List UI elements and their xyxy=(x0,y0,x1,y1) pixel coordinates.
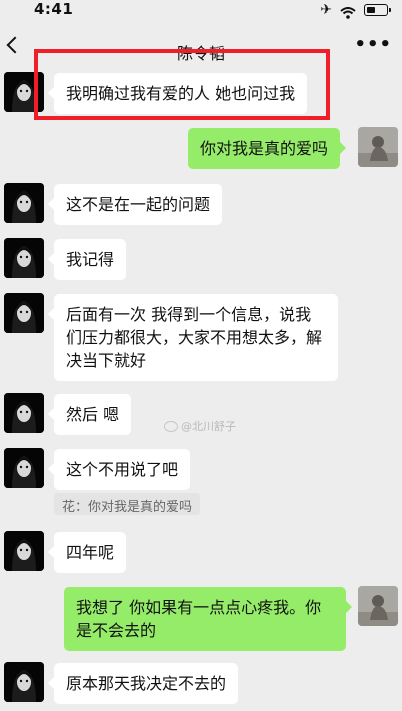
message-bubble[interactable]: 四年呢 xyxy=(47,532,127,573)
wifi-icon xyxy=(340,4,356,19)
contact-avatar[interactable] xyxy=(4,293,44,333)
watermark: @北川舒子 xyxy=(164,418,236,434)
contact-avatar[interactable] xyxy=(4,183,44,223)
message-bubble[interactable]: 然后 嗯 xyxy=(47,394,132,435)
user-avatar[interactable] xyxy=(358,586,398,626)
message-bubble[interactable]: 我记得 xyxy=(47,239,127,280)
contact-avatar[interactable] xyxy=(4,238,44,278)
contact-avatar[interactable] xyxy=(4,448,44,488)
more-options-button[interactable]: ••• xyxy=(354,36,392,54)
status-bar: 4:41 ✈ xyxy=(0,0,402,22)
contact-avatar[interactable] xyxy=(4,393,44,433)
red-highlight-box xyxy=(34,49,330,120)
watermark-text: @北川舒子 xyxy=(181,420,236,433)
message-bubble[interactable]: 这个不用说了吧 xyxy=(47,449,191,490)
message-bubble[interactable]: 这不是在一起的问题 xyxy=(47,184,223,225)
weibo-icon xyxy=(164,420,178,432)
contact-avatar[interactable] xyxy=(4,662,44,702)
status-time: 4:41 xyxy=(34,0,74,18)
contact-avatar[interactable] xyxy=(4,531,44,571)
message-bubble[interactable]: 后面有一次 我得到一个信息，说我们压力都很大，大家不用想太多，解决当下就好 xyxy=(48,294,338,381)
user-avatar[interactable] xyxy=(358,127,398,167)
battery-icon xyxy=(364,4,391,16)
message-bubble[interactable]: 我想了 你如果有一点点心疼我。你是不会去的 xyxy=(64,587,352,651)
message-bubble[interactable]: 你对我是真的爱吗 xyxy=(188,128,347,169)
status-icons: ✈ xyxy=(320,2,391,19)
message-bubble[interactable]: 原本那天我决定不去的 xyxy=(47,663,239,704)
airplane-icon: ✈ xyxy=(320,2,332,18)
quoted-message[interactable]: 花：你对我是真的爱吗 xyxy=(54,493,201,515)
